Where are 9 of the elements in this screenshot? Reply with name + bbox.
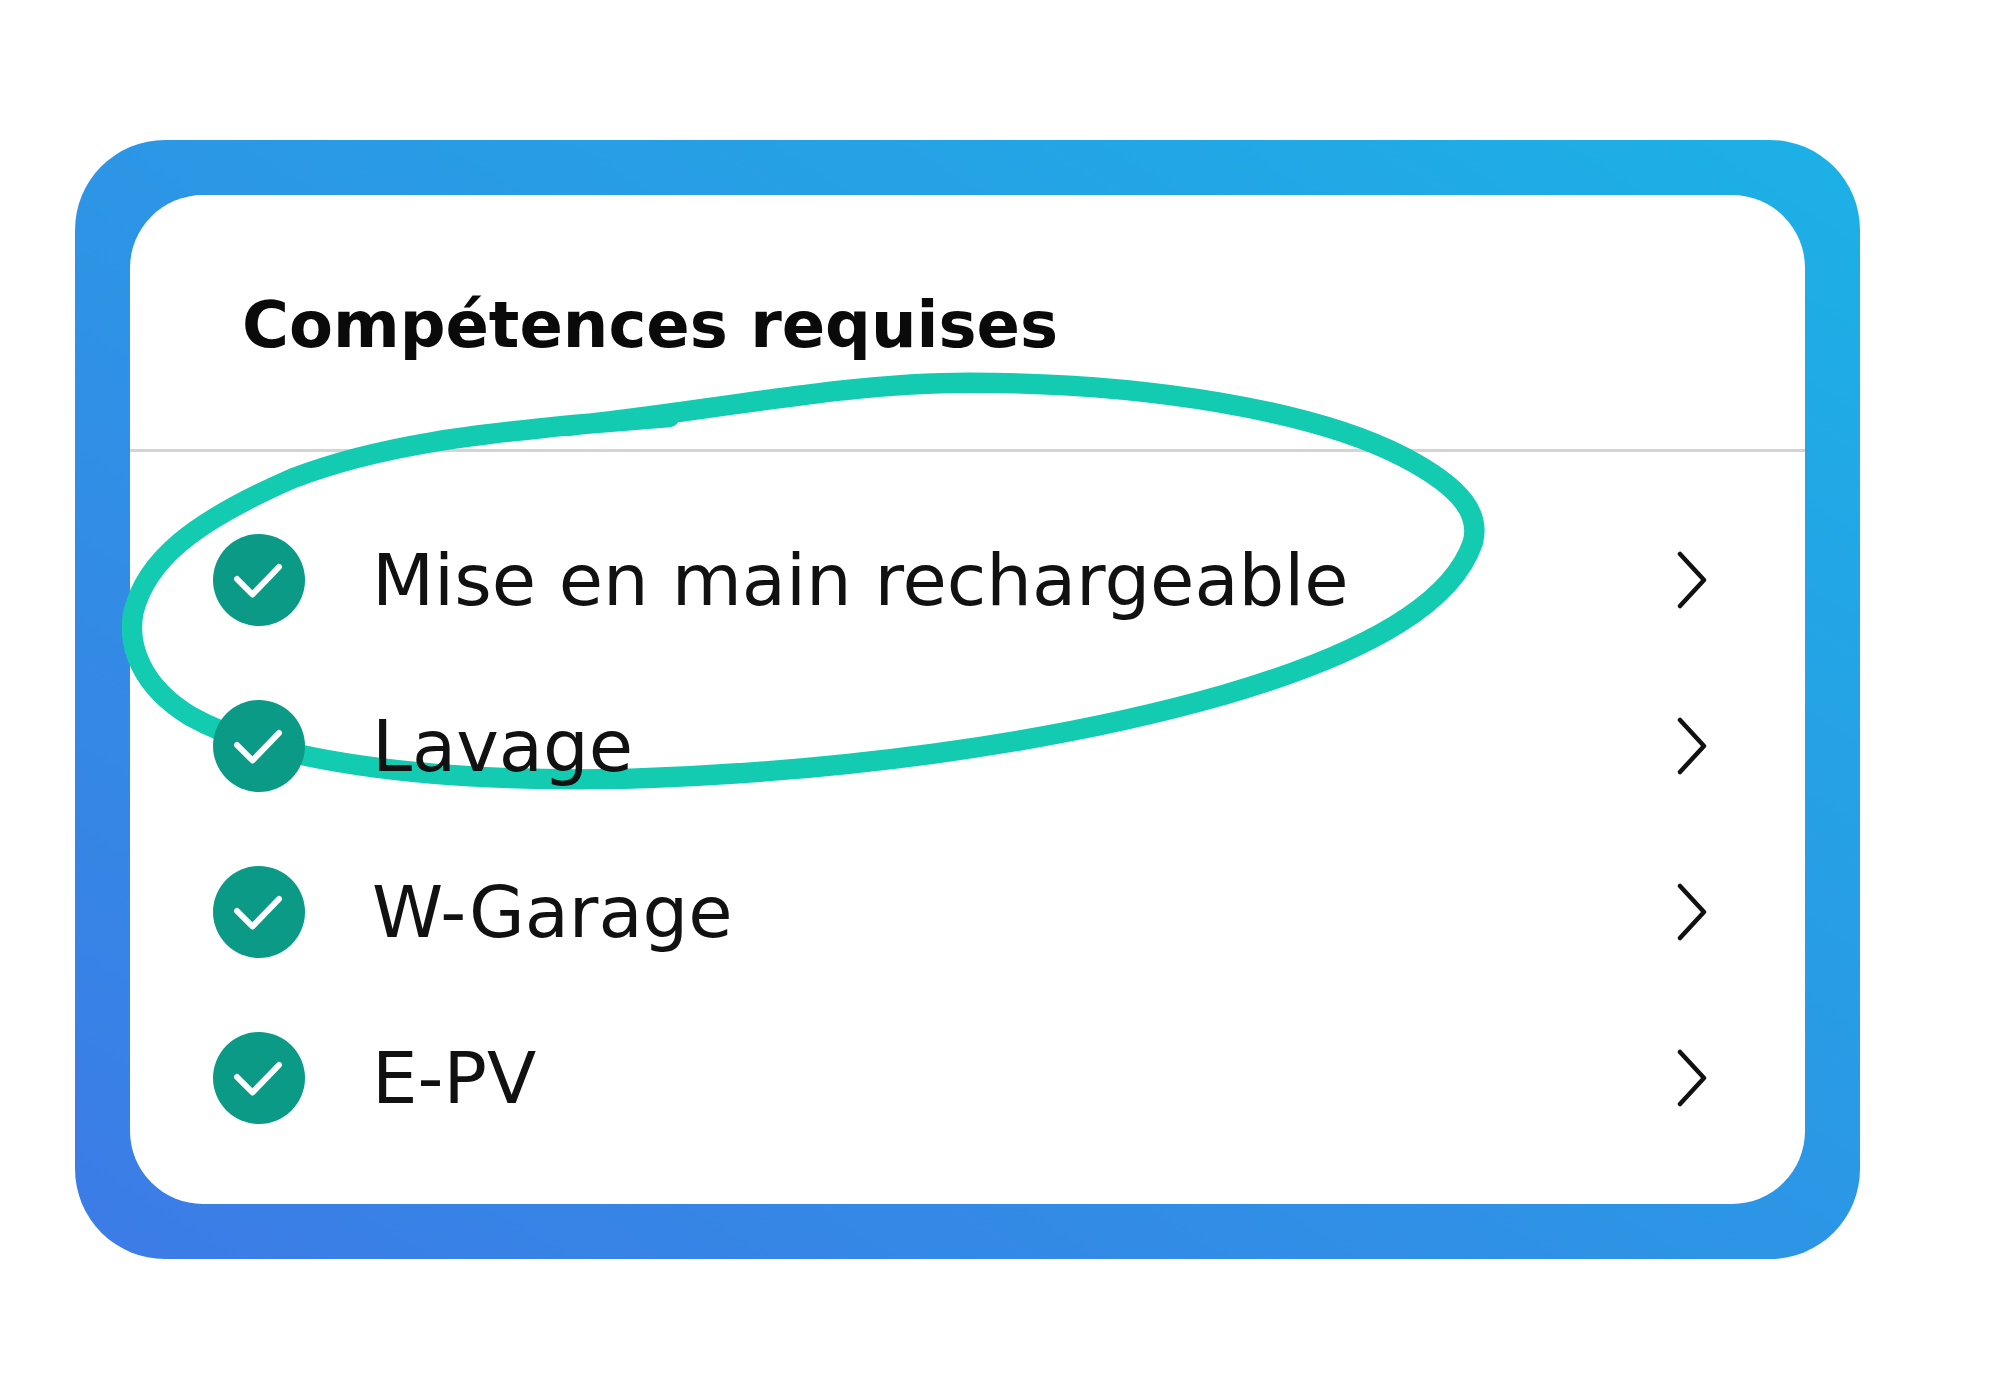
chevron-right-icon[interactable]: [1677, 717, 1707, 775]
skill-label: W-Garage: [372, 870, 733, 954]
chevron-right-icon[interactable]: [1677, 1049, 1707, 1107]
skill-label: Lavage: [372, 704, 633, 788]
skill-label: Mise en main rechargeable: [372, 538, 1349, 622]
chevron-right-icon[interactable]: [1677, 551, 1707, 609]
card-title: Compétences requises: [242, 287, 1058, 364]
chevron-right-icon[interactable]: [1677, 883, 1707, 941]
skill-label: E-PV: [372, 1036, 537, 1120]
